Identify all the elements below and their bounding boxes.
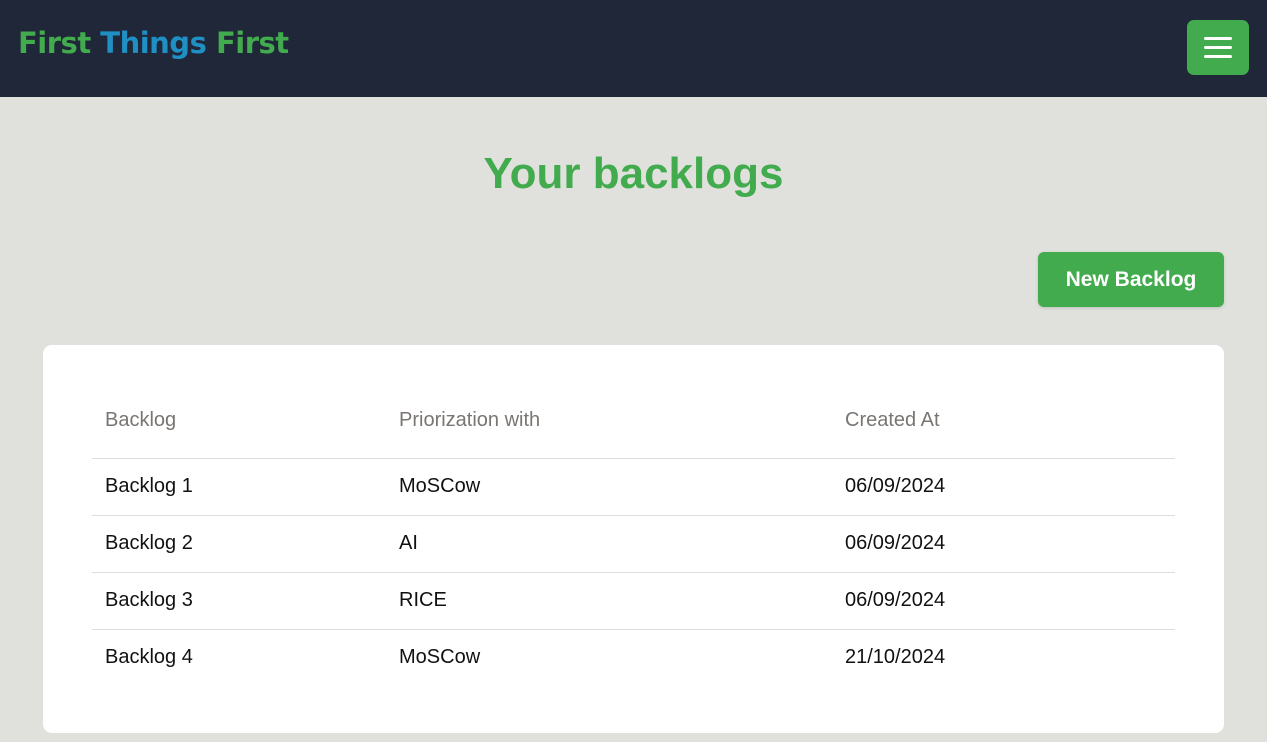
table-row[interactable]: Backlog 3 RICE 06/09/2024 <box>92 571 1175 629</box>
column-header-prioritization: Priorization with <box>399 408 541 431</box>
created-at-cell: 21/10/2024 <box>832 628 1175 686</box>
prioritization-cell: MoSCow <box>386 457 832 515</box>
column-header-backlog: Backlog <box>105 408 177 431</box>
backlog-name-cell: Backlog 2 <box>92 514 386 572</box>
backlog-name-cell: Backlog 4 <box>92 628 386 686</box>
created-at-cell: 06/09/2024 <box>832 514 1175 572</box>
page-title: Your backlogs <box>483 149 784 198</box>
brand-logo[interactable]: First Things First <box>18 26 289 60</box>
brand-word-first-2: First <box>215 26 289 60</box>
table-row[interactable]: Backlog 4 MoSCow 21/10/2024 <box>92 628 1175 686</box>
navbar: First Things First <box>0 0 1267 97</box>
table-header-row: Backlog Priorization with Created At <box>92 383 1175 458</box>
prioritization-cell: RICE <box>386 571 832 629</box>
menu-toggle-button[interactable] <box>1187 20 1249 75</box>
brand-word-things: Things <box>100 26 207 60</box>
prioritization-cell: MoSCow <box>386 628 832 686</box>
backlog-name-cell: Backlog 1 <box>92 457 386 515</box>
table-row[interactable]: Backlog 1 MoSCow 06/09/2024 <box>92 457 1175 515</box>
backlogs-card: Backlog Priorization with Created At Bac… <box>43 345 1224 733</box>
created-at-cell: 06/09/2024 <box>832 457 1175 515</box>
table-row[interactable]: Backlog 2 AI 06/09/2024 <box>92 514 1175 572</box>
brand-word-first: First <box>18 26 91 60</box>
new-backlog-button[interactable]: New Backlog <box>1038 252 1224 307</box>
prioritization-cell: AI <box>386 514 832 572</box>
hamburger-menu-icon <box>1204 37 1232 58</box>
created-at-cell: 06/09/2024 <box>832 571 1175 629</box>
column-header-created-at: Created At <box>845 408 940 431</box>
backlogs-table: Backlog Priorization with Created At Bac… <box>92 383 1175 686</box>
backlog-name-cell: Backlog 3 <box>92 571 386 629</box>
